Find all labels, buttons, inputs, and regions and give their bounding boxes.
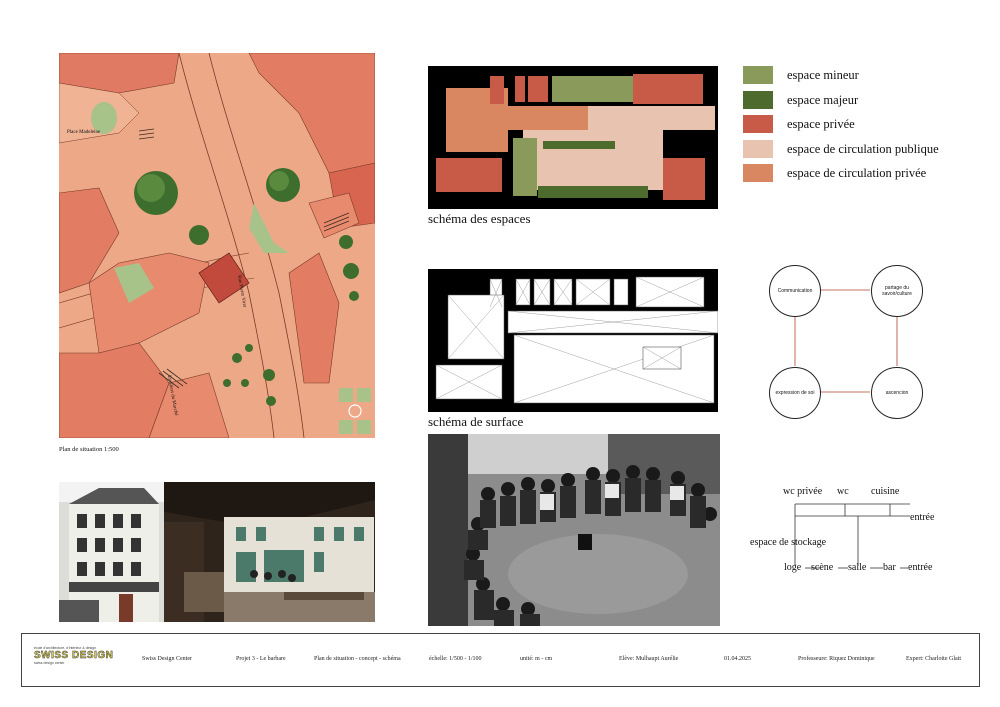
footer-date: 01.04.2025 [724,656,751,662]
legend-swatch [743,66,773,84]
space-schema-caption: schéma des espaces [428,211,531,226]
street-photo-right-drawing [164,482,375,622]
logo-subline: swiss design center [34,661,65,665]
tree-entree-bottom: entrée [908,562,933,573]
tree-loge: loge [784,562,802,573]
legend-label: espace privée [787,116,855,131]
footer-project: Projet 3 - Le barbare [236,656,286,662]
concept-node-expression: expression de soi [769,367,821,419]
tree-salle: salle [848,562,867,573]
surface-schema-drawing [435,276,718,404]
concept-node-ascencion: ascencion [871,367,923,419]
footer-professor: Professeure: Riquez Dominique [798,656,875,662]
logo-wordmark: SWISS DESIGN [34,650,114,661]
tree-wc: wc [837,486,849,497]
crowd-photo [428,434,720,626]
space-schema-drawing [436,74,715,200]
crowd-photo-drawing [428,434,720,626]
footer-school: Swiss Design Center [142,656,192,662]
school-logo: école d'architecture, d'intérieur & desi… [34,646,119,676]
legend-item-mineur: espace mineur [743,66,859,84]
street-photo-right [164,482,375,622]
legend-item-circ-privee: espace de circulation privée [743,164,926,182]
title-block: école d'architecture, d'intérieur & desi… [21,633,980,687]
footer-student: Elève: Mulhaupt Aurélie [619,656,679,662]
concept-node-communication: Communication [769,265,821,317]
legend-item-circ-publique: espace de circulation publique [743,140,939,158]
legend-swatch [743,91,773,109]
legend-swatch [743,140,773,158]
footer-scale: échelle: 1/500 - 1/100 [429,656,482,662]
space-schema [428,66,718,209]
legend-item-privee: espace privée [743,115,855,133]
tree-cuisine: cuisine [871,486,900,497]
surface-schema [428,269,718,412]
legend-swatch [743,115,773,133]
legend-label: espace mineur [787,67,859,82]
street-photo-left-drawing [59,482,164,622]
footer-expert: Expert: Charlotte Glatt [906,656,961,662]
legend-label: espace de circulation publique [787,141,939,156]
tree-wc-privee: wc privée [783,486,823,497]
site-plan-map: Place Madeleine Rue Pierre Viret Escalie… [59,53,375,438]
footer-units: unité: m - cm [520,656,553,662]
tree-stockage: espace de stockage [750,537,827,548]
footer-content: Plan de situation - concept - schéma [314,656,401,662]
surface-schema-caption: schéma de surface [428,414,524,429]
place-label: Place Madeleine [67,130,101,135]
site-plan-drawing [59,53,375,438]
tree-bar: bar [883,562,896,573]
concept-node-partage: partage du savoir/culture [871,265,923,317]
tree-scene: scène [811,562,834,573]
street-photo-left [59,482,164,622]
site-plan-caption: Plan de situation 1:500 [59,446,119,453]
legend-label: espace majeur [787,92,859,107]
legend-swatch [743,164,773,182]
legend-label: espace de circulation privée [787,165,927,180]
legend-item-majeur: espace majeur [743,91,858,109]
tree-entree-top: entrée [910,512,935,523]
